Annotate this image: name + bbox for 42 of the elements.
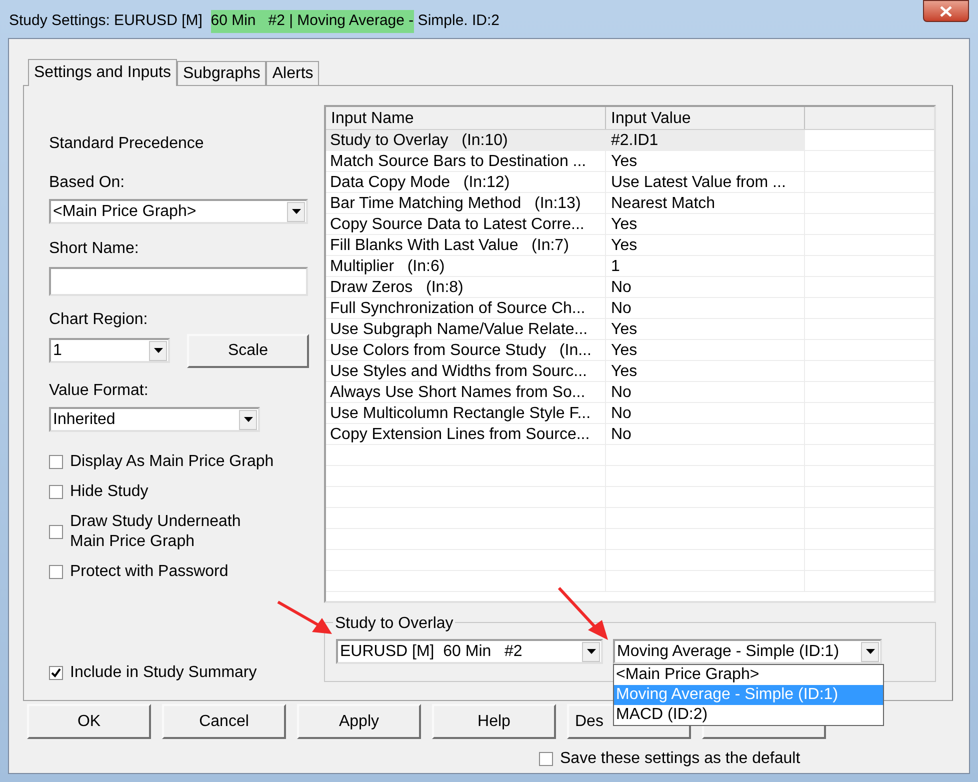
table-cell: Fill Blanks With Last Value (In:7) [326,235,606,255]
table-cell: No [606,277,805,297]
table-cell: 1 [606,256,805,276]
checkbox-label: Display As Main Price Graph [70,452,274,472]
checkbox-label: Protect with Password [70,562,228,582]
table-cell: No [606,382,805,402]
chart-region-label: Chart Region: [49,310,149,330]
table-cell: Use Latest Value from ... [606,172,805,192]
table-cell: Yes [606,235,805,255]
table-cell: #2.ID1 [606,130,805,150]
precedence-label: Standard Precedence [49,134,205,154]
short-name-label: Short Name: [49,239,140,259]
table-cell: Nearest Match [606,193,805,213]
table-cell: No [606,403,805,423]
checkbox-label: Save these settings as the default [560,749,800,769]
table-cell: Bar Time Matching Method (In:13) [326,193,606,213]
based-on-label: Based On: [49,173,126,193]
table-cell: Draw Zeros (In:8) [326,277,606,297]
table-cell: Yes [606,319,805,339]
table-cell: Yes [606,151,805,171]
checkbox-label: Include in Study Summary [70,663,257,683]
window-title: Study Settings: EURUSD [M] 60 Min #2 | Moving Average - Simple. ID:2 [9,10,500,32]
table-cell: Use Styles and Widths from Sourc... [326,361,606,381]
table-cell: Copy Source Data to Latest Corre... [326,214,606,234]
checkbox-label: Draw Study Underneath Main Price Graph [70,512,241,552]
table-cell: Always Use Short Names from So... [326,382,606,402]
table-cell: Use Multicolumn Rectangle Style F... [326,403,606,423]
value-format-label: Value Format: [49,381,150,401]
table-cell: Full Synchronization of Source Ch... [326,298,606,318]
table-cell: Yes [606,340,805,360]
table-cell: Study to Overlay (In:10) [326,130,606,150]
table-cell: No [606,298,805,318]
checkbox-label: Hide Study [70,482,148,502]
table-cell: Yes [606,361,805,381]
table-cell: Data Copy Mode (In:12) [326,172,606,192]
table-cell: Use Subgraph Name/Value Relate... [326,319,606,339]
table-cell: Copy Extension Lines from Source... [326,424,606,444]
table-cell: Yes [606,214,805,234]
table-cell: Multiplier (In:6) [326,256,606,276]
table-cell: No [606,424,805,444]
table-cell: Match Source Bars to Destination ... [326,151,606,171]
table-cell: Use Colors from Source Study (In... [326,340,606,360]
